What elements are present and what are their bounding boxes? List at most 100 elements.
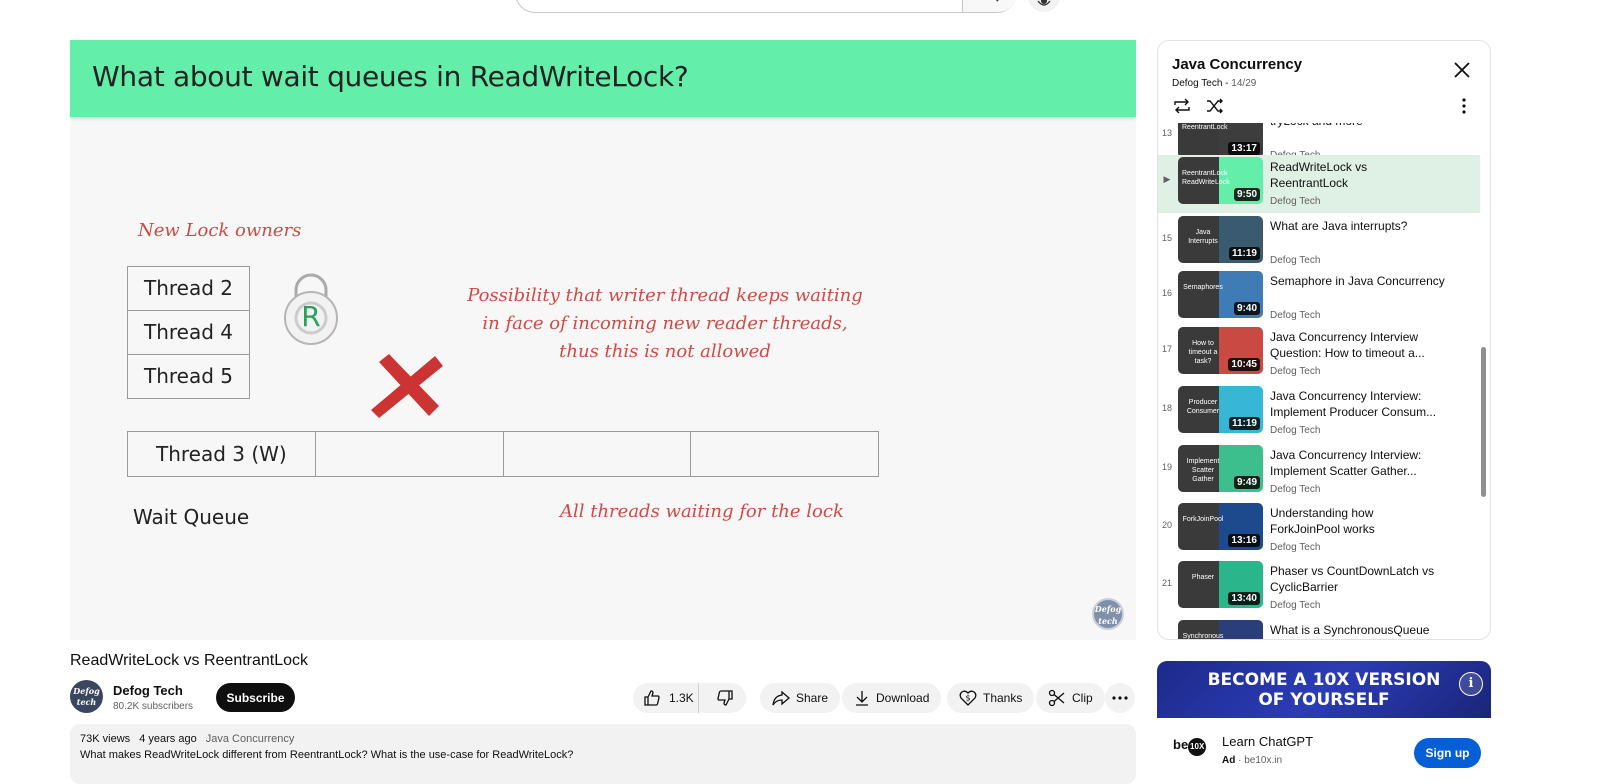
ad-label: Ad (1222, 755, 1236, 766)
playlist-item-title[interactable]: Java Concurrency Interview: Implement Sc… (1270, 447, 1445, 479)
video-duration: 9:40 (1233, 302, 1260, 315)
playlist-item[interactable]: 16 Semaphores 9:40 Semaphore in Java Concur… (1158, 269, 1480, 327)
playlist-item[interactable]: 21 Phaser 13:40 Phaser vs CountDownLatch vs… (1158, 559, 1480, 617)
super-thanks-icon: $ (959, 690, 977, 706)
video-thumbnail[interactable]: Producer Consumer 11:19 (1178, 386, 1263, 433)
playlist-item-channel: Defog Tech (1270, 255, 1321, 266)
search-input[interactable] (516, 0, 962, 12)
playlist-item-index: 19 (1161, 462, 1172, 472)
ad-headline: BECOME A 10X VERSION OF YOURSELF (1157, 670, 1491, 710)
playlist-tag[interactable]: Java Concurrency (206, 733, 295, 745)
playlist-items: 13ReentrantLock13:17tryLock and moreDefo… (1158, 41, 1490, 639)
ad-domain: be10x.in (1244, 755, 1283, 766)
playlist-item-active[interactable]: ▶ ReentrantLock ReadWriteLock 9:50 ReadWrit… (1158, 155, 1480, 213)
playlist-item-channel: Defog Tech (1270, 366, 1321, 377)
playlist-channel[interactable]: Defog Tech (1172, 78, 1222, 89)
playlist-item[interactable]: 20 ForkJoinPool 13:16 Understanding how For… (1158, 501, 1480, 559)
video-thumbnail[interactable]: How to timeout a task? 10:45 (1178, 327, 1263, 374)
thanks-button[interactable]: $ Thanks (947, 683, 1035, 713)
playlist-item[interactable]: 15 Java Interrupts 11:19 What are Java inte… (1158, 214, 1480, 272)
playlist-title[interactable]: Java Concurrency (1172, 56, 1302, 73)
search-bar (515, 0, 1018, 13)
playlist-item-index: 17 (1161, 344, 1172, 354)
download-button[interactable]: Download (842, 683, 942, 713)
description-meta: 73K views 4 years ago Java Concurrency (80, 733, 1126, 745)
playlist-item-channel: Defog Tech (1270, 425, 1321, 436)
like-count: 1.3K (669, 691, 694, 705)
like-dislike-group: 1.3K (633, 683, 746, 713)
video-thumbnail[interactable]: ReentrantLock ReadWriteLock 9:50 (1178, 157, 1263, 204)
playlist-item-title[interactable]: Phaser vs CountDownLatch vs CyclicBarrie… (1270, 563, 1445, 595)
playlist-item-channel: Defog Tech (1270, 310, 1321, 321)
playlist-item[interactable]: 19 Implement Scatter Gather 9:49 Java Concu… (1158, 443, 1480, 501)
description-text: What makes ReadWriteLock different from … (80, 749, 574, 761)
queue-slot (316, 432, 504, 476)
playlist-item[interactable]: 17 How to timeout a task? 10:45 Java Concur… (1158, 325, 1480, 383)
upload-age: 4 years ago (139, 733, 197, 745)
more-vertical-icon[interactable] (1458, 97, 1470, 115)
playlist-item-channel: Defog Tech (1270, 600, 1321, 611)
queue-slot: Thread 3 (W) (128, 432, 316, 476)
close-icon[interactable] (1451, 59, 1473, 81)
playlist-item-title[interactable]: Java Concurrency Interview Question: How… (1270, 329, 1445, 361)
thumbnail-label: Java Interrupts (1188, 229, 1218, 245)
playlist-position: 14/29 (1231, 78, 1257, 89)
starvation-note: Possibility that writer thread keeps wai… (467, 285, 863, 362)
owner-thread-box: Thread 2 (127, 266, 250, 311)
playlist-item-title[interactable]: Java Concurrency Interview: Implement Pr… (1270, 388, 1445, 420)
owner-thread-box: Thread 4 (127, 310, 250, 355)
playlist-item-title[interactable]: ReadWriteLock vs ReentrantLock (1270, 159, 1445, 191)
playlist-item-index: 20 (1161, 520, 1172, 530)
video-thumbnail[interactable]: Synchronous (1178, 620, 1263, 639)
signup-button[interactable]: Sign up (1414, 738, 1481, 768)
ad-title[interactable]: Learn ChatGPT (1222, 734, 1313, 749)
thanks-label: Thanks (983, 691, 1023, 705)
share-button[interactable]: Share (760, 683, 841, 713)
video-player[interactable]: What about wait queues in ReadWriteLock?… (70, 40, 1136, 640)
wait-queue: Thread 3 (W) (127, 431, 879, 477)
info-icon[interactable]: i (1459, 672, 1483, 696)
thumbnail-label: Phaser (1191, 574, 1215, 581)
like-button[interactable]: 1.3K (633, 683, 699, 713)
playlist-item-title[interactable]: Semaphore in Java Concurrency (1270, 273, 1445, 289)
thumbnail-label: ReentrantLock ReadWriteLock (1182, 170, 1230, 186)
playlist-item-channel: Defog Tech (1270, 484, 1321, 495)
ad-banner[interactable]: BECOME A 10X VERSION OF YOURSELF i (1157, 661, 1491, 718)
advertiser-logo-text: be (1173, 737, 1189, 752)
dislike-button[interactable] (705, 683, 746, 713)
playlist-item-title[interactable]: What are Java interrupts? (1270, 218, 1445, 234)
video-thumbnail[interactable]: Phaser 13:40 (1178, 561, 1263, 608)
playlist-item-title[interactable]: Understanding how ForkJoinPool works (1270, 505, 1445, 537)
queue-slot (691, 432, 878, 476)
download-label: Download (876, 691, 930, 705)
video-thumbnail[interactable]: Semaphores 9:40 (1178, 271, 1263, 318)
description-box[interactable]: 73K views 4 years ago Java Concurrency W… (70, 724, 1136, 784)
channel-name[interactable]: Defog Tech (113, 683, 183, 698)
video-thumbnail[interactable]: Implement Scatter Gather 9:49 (1178, 445, 1263, 492)
shuffle-icon[interactable] (1205, 97, 1225, 115)
playlist-item-channel: Defog Tech (1270, 196, 1321, 207)
ad-meta: Ad · be10x.in (1222, 755, 1283, 766)
loop-icon[interactable] (1172, 97, 1192, 115)
video-thumbnail[interactable]: ForkJoinPool 13:16 (1178, 503, 1263, 550)
playlist-item[interactable]: 18 Producer Consumer 11:19 Java Concurrency… (1158, 384, 1480, 442)
video-thumbnail[interactable]: Java Interrupts 11:19 (1178, 216, 1263, 263)
subscribe-button[interactable]: Subscribe (216, 683, 295, 712)
voice-search-button[interactable] (1028, 0, 1060, 12)
playlist-item[interactable]: Synchronous What is a SynchronousQueue (1158, 618, 1480, 639)
playlist-scrollbar[interactable] (1481, 347, 1486, 497)
playlist-subtitle: Defog Tech - 14/29 (1172, 78, 1257, 89)
channel-watermark[interactable]: Defog tech (1092, 598, 1124, 630)
search-button[interactable] (962, 0, 1018, 12)
slide-title: What about wait queues in ReadWriteLock? (92, 60, 689, 93)
video-duration: 10:45 (1228, 358, 1260, 371)
channel-avatar[interactable]: Defog tech (70, 680, 103, 713)
playlist-item-index: 15 (1161, 233, 1172, 243)
playlist-item-index: 13 (1161, 128, 1172, 138)
thumbnail-label: Implement Scatter Gather (1186, 458, 1220, 483)
playlist-item-title[interactable]: What is a SynchronousQueue (1270, 622, 1445, 638)
clip-button[interactable]: Clip (1036, 683, 1105, 713)
video-duration: 13:16 (1228, 534, 1260, 547)
more-actions-button[interactable] (1105, 683, 1135, 713)
advertiser-logo-badge: 10X (1188, 738, 1207, 756)
